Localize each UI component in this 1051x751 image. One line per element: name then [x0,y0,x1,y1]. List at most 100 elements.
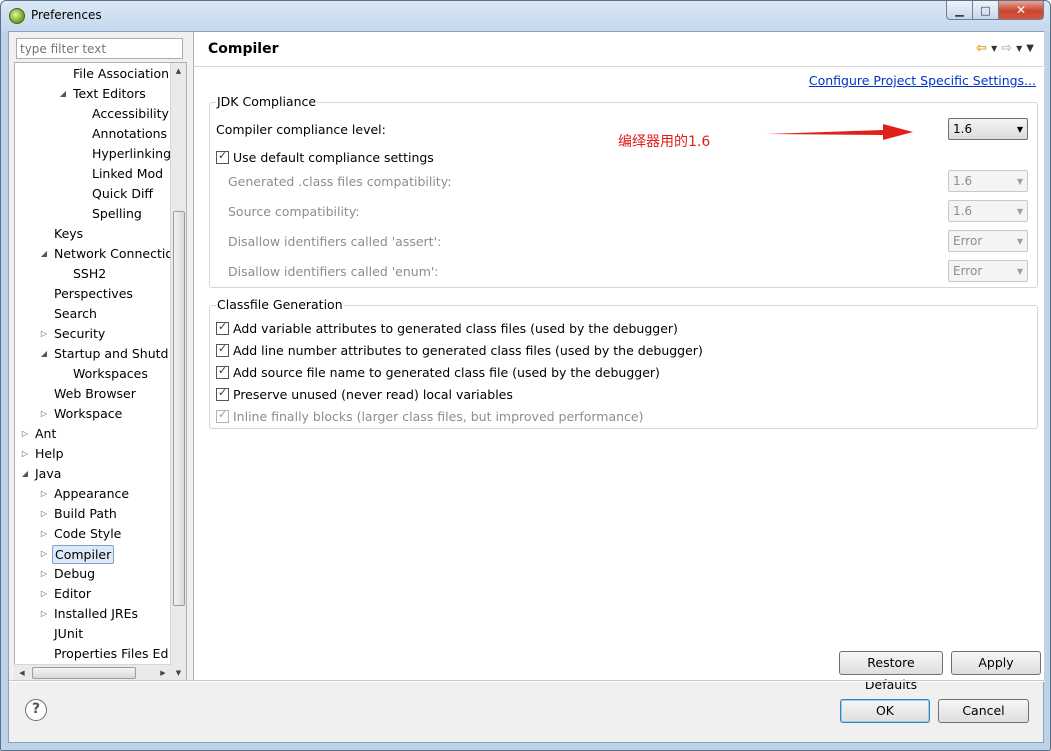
close-button[interactable]: ✕ [999,1,1044,20]
classfile-generation-title: Classfile Generation [216,297,344,312]
checkbox-icon[interactable] [216,408,229,423]
tree-item-label: Linked Mod [92,166,164,181]
back-arrow-icon[interactable]: ⇦ [976,41,987,56]
use-default-compliance-checkbox[interactable]: Use default compliance settings [216,148,434,166]
tree-item-label: Code Style [54,526,122,541]
tree-item-compiler[interactable]: ▷ Compiler [15,544,170,564]
tree-item-workspaces[interactable]: Workspaces [15,364,170,384]
collapsed-twisty-icon[interactable]: ▷ [20,424,30,444]
add-source-file-name-checkbox[interactable]: Add source file name to generated class … [216,363,660,381]
generated-class-compat-combo[interactable]: 1.6 ▼ [948,170,1028,192]
chevron-down-icon: ▼ [1016,237,1023,246]
checkbox-icon[interactable] [216,149,229,164]
disallow-assert-combo[interactable]: Error ▼ [948,230,1028,252]
tree-item-label: Text Editors [73,86,146,101]
tree-item-build-path[interactable]: ▷ Build Path [15,504,170,524]
checkbox-icon[interactable] [216,320,229,335]
tree-item-java[interactable]: ◢ Java [15,464,170,484]
tree-item-perspectives[interactable]: Perspectives [15,284,170,304]
preserve-unused-variables-checkbox[interactable]: Preserve unused (never read) local varia… [216,385,513,403]
collapsed-twisty-icon[interactable]: ▷ [39,584,49,604]
scroll-up-icon[interactable]: ▲ [171,63,186,79]
tree-horizontal-scrollbar[interactable]: ◀ ▶ [14,664,171,680]
annotation-arrow-icon [767,124,913,140]
add-variable-attributes-checkbox[interactable]: Add variable attributes to generated cla… [216,319,678,337]
tree-item-file-association[interactable]: File Association [15,64,170,84]
forward-menu-icon[interactable]: ▼ [1016,44,1022,53]
tree-item-hyperlinking[interactable]: Hyperlinking [15,144,171,164]
collapsed-twisty-icon[interactable]: ▷ [20,444,30,464]
tree-item-installed-jres[interactable]: ▷ Installed JREs [15,604,170,624]
expanded-twisty-icon[interactable]: ◢ [20,464,30,484]
tree-item-spelling[interactable]: Spelling [15,204,170,224]
expanded-twisty-icon[interactable]: ◢ [39,244,49,264]
checkbox-icon[interactable] [216,364,229,379]
tree-item-annotations[interactable]: Annotations [15,124,170,144]
expanded-twisty-icon[interactable]: ◢ [39,344,49,364]
source-compat-value: 1.6 [953,204,973,218]
add-line-number-attributes-checkbox[interactable]: Add line number attributes to generated … [216,341,703,359]
tree-item-label: Installed JREs [54,606,139,621]
source-compat-combo[interactable]: 1.6 ▼ [948,200,1028,222]
source-compat-label: Source compatibility: [228,204,360,219]
configure-project-settings-link[interactable]: Configure Project Specific Settings... [809,73,1036,88]
title-separator [194,66,1045,68]
view-menu-icon[interactable]: ▼ [1026,43,1034,54]
tree-item-text-editors[interactable]: ◢ Text Editors [15,84,170,104]
tree-item-code-style[interactable]: ▷ Code Style [15,524,170,544]
tree-item-search[interactable]: Search [15,304,170,324]
title-bar[interactable]: Preferences ▁ □ ✕ [1,1,1050,31]
inline-finally-blocks-checkbox[interactable]: Inline finally blocks (larger class file… [216,407,644,425]
tree-item-keys[interactable]: Keys [15,224,170,244]
checkbox-icon[interactable] [216,342,229,357]
tree-item-help[interactable]: ▷ Help [15,444,170,464]
checkbox-icon[interactable] [216,386,229,401]
scroll-thumb[interactable] [173,211,185,606]
tree-item-workspace[interactable]: ▷ Workspace [15,404,170,424]
tree-item-editor[interactable]: ▷ Editor [15,584,170,604]
tree-item-security[interactable]: ▷ Security [15,324,170,344]
tree-vertical-scrollbar[interactable]: ▲ ▼ [170,63,186,681]
tree-item-web-browser[interactable]: Web Browser [15,384,170,404]
tree-item-linked-mod[interactable]: Linked Mod [15,164,170,184]
tree-item-label: Hyperlinking [92,146,171,161]
tree-item-quick-diff[interactable]: Quick Diff [15,184,170,204]
scroll-left-icon[interactable]: ◀ [14,665,30,681]
collapsed-twisty-icon[interactable]: ▷ [39,484,49,504]
collapsed-twisty-icon[interactable]: ▷ [39,604,49,624]
tree-item-ssh2[interactable]: SSH2 [15,264,170,284]
tree-item-startup-and-shutd[interactable]: ◢ Startup and Shutd [15,344,170,364]
maximize-button[interactable]: □ [973,1,999,20]
collapsed-twisty-icon[interactable]: ▷ [39,404,49,424]
tree-item-label: Security [54,326,106,341]
tree-item-debug[interactable]: ▷ Debug [15,564,170,584]
scroll-right-icon[interactable]: ▶ [155,665,171,681]
restore-defaults-button[interactable]: Restore Defaults [839,651,943,692]
compliance-level-combo[interactable]: 1.6 ▼ [948,118,1028,140]
ok-button[interactable]: OK [840,699,930,723]
collapsed-twisty-icon[interactable]: ▷ [39,504,49,524]
expanded-twisty-icon[interactable]: ◢ [58,84,68,104]
tree-item-junit[interactable]: JUnit [15,624,170,644]
minimize-button[interactable]: ▁ [946,1,973,20]
minimize-icon: ▁ [955,3,964,17]
collapsed-twisty-icon[interactable]: ▷ [39,324,49,344]
scroll-thumb-horizontal[interactable] [32,667,136,679]
scroll-down-icon[interactable]: ▼ [171,665,186,681]
collapsed-twisty-icon[interactable]: ▷ [39,544,49,564]
disallow-enum-combo[interactable]: Error ▼ [948,260,1028,282]
chevron-down-icon: ▼ [1016,177,1023,186]
tree-item-properties-files-ed[interactable]: Properties Files Ed [15,644,170,664]
help-icon[interactable]: ? [25,699,47,721]
tree-item-accessibility[interactable]: Accessibility [15,104,170,124]
cancel-button[interactable]: Cancel [938,699,1029,723]
tree-item-appearance[interactable]: ▷ Appearance [15,484,170,504]
collapsed-twisty-icon[interactable]: ▷ [39,524,49,544]
tree-item-ant[interactable]: ▷ Ant [15,424,170,444]
back-menu-icon[interactable]: ▼ [991,44,997,53]
filter-input[interactable] [16,38,183,59]
apply-button[interactable]: Apply [951,651,1041,675]
collapsed-twisty-icon[interactable]: ▷ [39,564,49,584]
forward-arrow-icon[interactable]: ⇨ [1001,41,1012,56]
tree-item-network-connectio[interactable]: ◢ Network Connectio [15,244,173,264]
